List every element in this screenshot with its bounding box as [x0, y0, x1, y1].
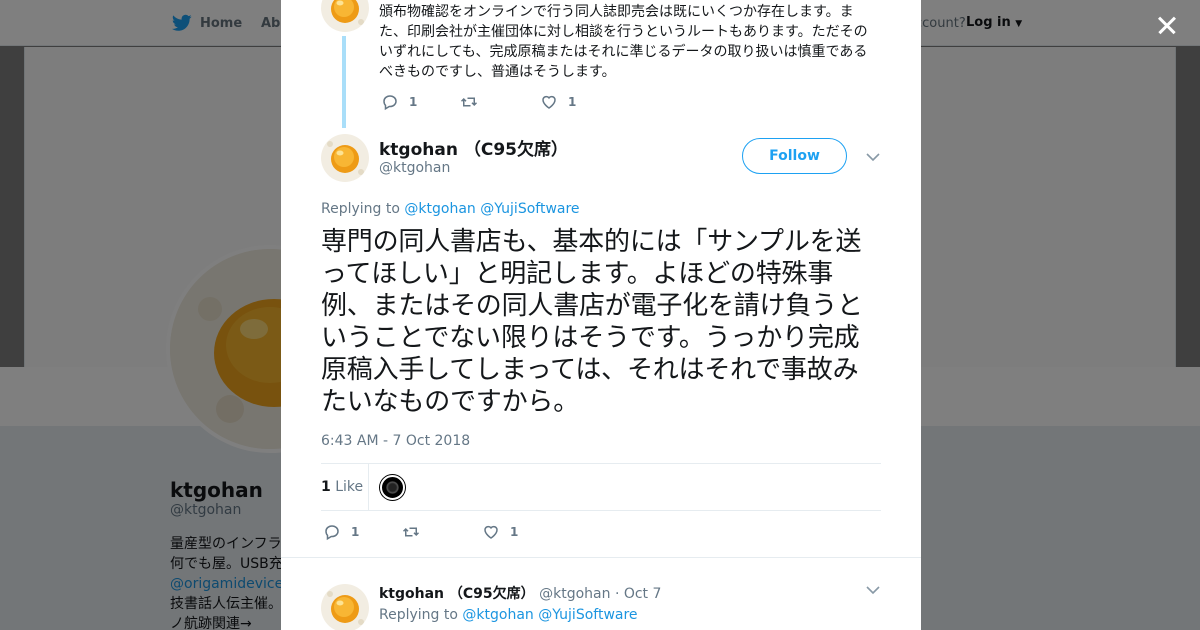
reply-icon	[325, 525, 339, 541]
stats-divider	[368, 464, 369, 510]
tweet-author-avatar[interactable]	[321, 134, 369, 182]
reply-author-name[interactable]: ktgohan （C95欠席）	[379, 586, 535, 602]
tweet-permalink-modal: 頒布物確認をオンラインで行う同人誌即売会は既にいくつか存在します。また、印刷会社…	[281, 0, 921, 630]
thread-connector-line	[342, 36, 346, 128]
egg-avatar-image	[321, 584, 369, 630]
reply-author-handle[interactable]: @ktgohan	[539, 586, 610, 602]
reply-header: ktgohan （C95欠席） @ktgohan · Oct 7	[379, 583, 661, 603]
retweet-icon	[460, 97, 478, 107]
chevron-down-icon	[866, 586, 880, 595]
tweet-author-name[interactable]: ktgohan （C95欠席）	[379, 135, 568, 160]
reply-more-options-button[interactable]	[866, 586, 880, 595]
mention-link[interactable]: @YujiSoftware	[480, 201, 579, 217]
tweet-text: 専門の同人書店も、基本的には「サンプルを送ってほしい」と明記します。よほどの特殊…	[321, 227, 863, 417]
reply-button[interactable]: 1	[323, 523, 402, 541]
egg-avatar-image	[321, 134, 369, 182]
reply-replying-to: Replying to @ktgohan @YujiSoftware	[379, 607, 638, 623]
like-count: 1	[510, 525, 519, 539]
tweet-actions: 1 1	[323, 523, 518, 541]
reply-date[interactable]: Oct 7	[624, 586, 662, 602]
chevron-down-icon	[866, 153, 880, 162]
replying-label: Replying to	[321, 201, 400, 217]
replying-to: Replying to @ktgohan @YujiSoftware	[321, 201, 580, 217]
heart-icon	[484, 525, 498, 539]
likes-count: 1	[321, 479, 331, 495]
reply-count: 1	[409, 95, 418, 109]
retweet-button[interactable]	[402, 523, 482, 541]
retweet-button[interactable]	[460, 93, 540, 111]
likes-label: Like	[335, 479, 364, 495]
follow-button[interactable]: Follow	[742, 138, 847, 174]
heart-icon	[542, 95, 556, 109]
reply-count: 1	[351, 525, 360, 539]
mention-link[interactable]: @ktgohan	[462, 607, 533, 623]
reply-button[interactable]: 1	[381, 93, 460, 111]
like-button[interactable]: 1	[540, 93, 576, 111]
reply-separator-dot: ·	[614, 586, 620, 602]
more-options-button[interactable]	[866, 153, 880, 162]
reply-separator	[281, 557, 921, 558]
like-count: 1	[568, 95, 577, 109]
replying-label: Replying to	[379, 607, 458, 623]
likes-stat[interactable]: 1 Like	[321, 479, 363, 495]
previous-tweet-actions: 1 1	[381, 93, 576, 111]
reply-author-avatar[interactable]	[321, 584, 369, 630]
liker-avatar[interactable]	[380, 475, 405, 500]
mention-link[interactable]: @YujiSoftware	[538, 607, 637, 623]
previous-tweet-avatar[interactable]	[321, 0, 369, 32]
egg-avatar-image	[321, 0, 369, 32]
mention-link[interactable]: @ktgohan	[404, 201, 475, 217]
retweet-icon	[402, 527, 420, 537]
reply-icon	[383, 95, 397, 111]
like-button[interactable]: 1	[482, 523, 518, 541]
tweet-timestamp[interactable]: 6:43 AM - 7 Oct 2018	[321, 433, 470, 449]
tweet-author-handle[interactable]: @ktgohan	[379, 160, 450, 176]
close-icon[interactable]	[1152, 10, 1182, 40]
tweet-stats: 1 Like	[321, 463, 881, 511]
previous-tweet-text: 頒布物確認をオンラインで行う同人誌即売会は既にいくつか存在します。また、印刷会社…	[379, 4, 868, 80]
